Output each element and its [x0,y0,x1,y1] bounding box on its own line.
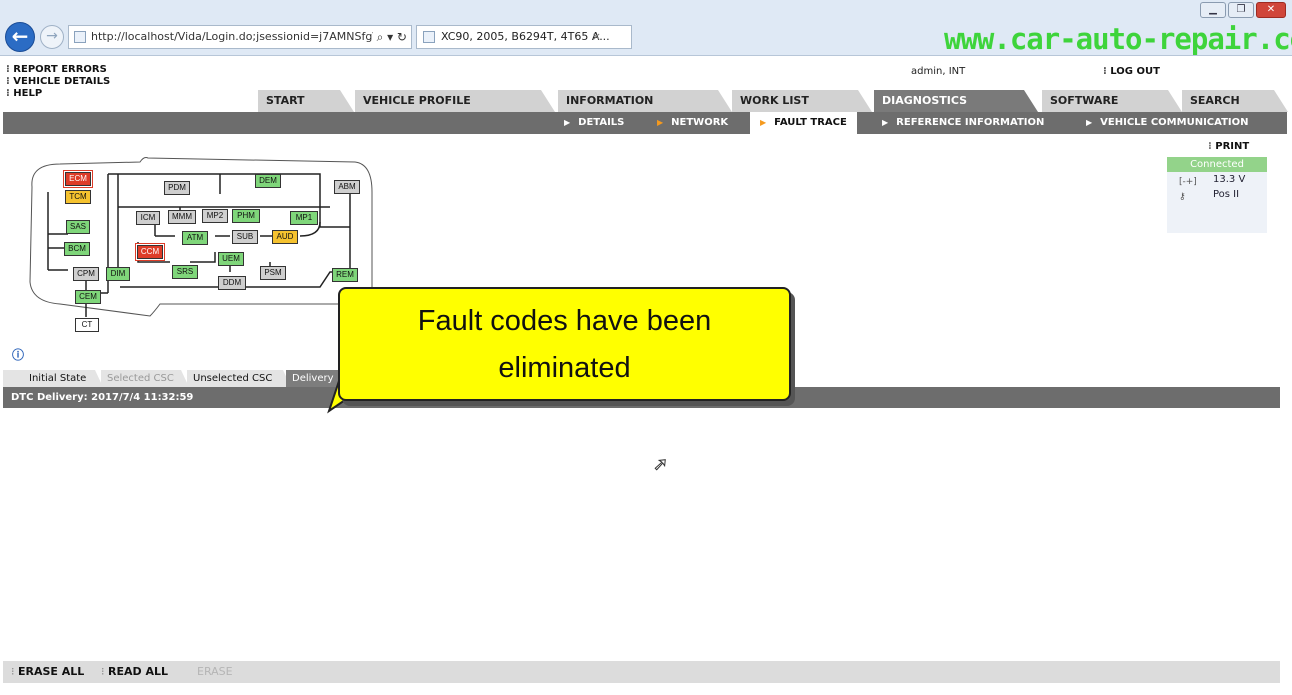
ignition-row: ⚷ Pos II [1167,187,1267,202]
page-icon [423,31,435,43]
browser-chrome: ← → http://localhost/Vida/Login.do;jsess… [0,0,1292,56]
user-info: admin, INT [911,66,966,77]
key-icon: ⚷ [1179,192,1186,202]
header-links: REPORT ERRORS VEHICLE DETAILS HELP [6,64,110,100]
node-rem[interactable]: REM [332,268,358,282]
tab-unselected-csc[interactable]: Unselected CSC [187,370,291,387]
tab-work-list[interactable]: WORK LIST [732,90,872,112]
tab-vehicle-profile[interactable]: VEHICLE PROFILE [355,90,555,112]
network-diagram: ECM TCM SAS BCM CPM DIM CEM CT PDM DEM A… [20,152,380,332]
node-mp2[interactable]: MP2 [202,209,228,223]
subnav-reference-information[interactable]: ▶ REFERENCE INFORMATION [882,112,1044,134]
arrow-right-icon: ▶ [1086,118,1093,127]
mouse-cursor-icon: ➚ [652,454,669,476]
browser-tab[interactable]: XC90, 2005, B6294T, 4T65 A... × [416,25,632,49]
arrow-right-icon: ▶ [657,118,664,127]
node-ecm[interactable]: ECM [64,171,92,187]
node-bcm[interactable]: BCM [64,242,90,256]
tab-information[interactable]: INFORMATION [558,90,732,112]
read-all-button[interactable]: READ ALL [101,661,168,683]
info-icon[interactable]: ⓘ [12,346,24,362]
help-link[interactable]: HELP [6,88,110,100]
node-psm[interactable]: PSM [260,266,286,280]
url-text: http://localhost/Vida/Login.do;jsessioni… [91,30,380,43]
browser-tab-title: XC90, 2005, B6294T, 4T65 A... [441,30,610,43]
subnav-details[interactable]: ▶ DETAILS [564,112,624,134]
tab-start[interactable]: START [258,90,354,112]
forward-arrow-icon[interactable]: → [40,25,64,49]
close-tab-icon[interactable]: × [592,26,601,48]
sub-navigation: ▶ DETAILS ▶ NETWORK ▶ FAULT TRACE ▶ REFERENC… [3,112,1287,134]
node-tcm[interactable]: TCM [65,190,91,204]
node-sas[interactable]: SAS [66,220,90,234]
node-dem[interactable]: DEM [255,174,281,188]
ignition-value: Pos II [1213,189,1240,200]
footer-toolbar: ERASE ALL READ ALL ERASE [3,661,1280,683]
tab-search[interactable]: SEARCH [1182,90,1288,112]
battery-row: [-+] 13.3 V [1167,172,1267,187]
node-cem[interactable]: CEM [75,290,101,304]
voltage-value: 13.3 V [1213,174,1246,185]
callout-bubble: Fault codes have been eliminated [338,287,791,401]
subnav-fault-trace[interactable]: ▶ FAULT TRACE [750,112,857,134]
subnav-label: NETWORK [671,117,729,128]
arrow-right-icon: ▶ [882,118,889,127]
subnav-label: REFERENCE INFORMATION [896,117,1045,128]
minimize-icon[interactable]: ▁ [1200,2,1226,18]
tab-selected-csc[interactable]: Selected CSC [101,370,189,387]
subnav-label: DETAILS [578,117,625,128]
search-refresh-icon[interactable]: ⌕ ▾ ↻ [372,26,407,48]
node-dim[interactable]: DIM [106,267,130,281]
tab-software[interactable]: SOFTWARE [1042,90,1182,112]
node-pdm[interactable]: PDM [164,181,190,195]
close-window-icon[interactable]: ✕ [1256,2,1286,18]
arrow-right-icon: ▶ [760,118,767,127]
subnav-label: VEHICLE COMMUNICATION [1100,117,1249,128]
report-errors-link[interactable]: REPORT ERRORS [6,64,110,76]
node-cpm[interactable]: CPM [73,267,99,281]
print-link[interactable]: PRINT [1208,141,1249,152]
window-controls: ▁ ❐ ✕ [1200,2,1286,18]
page-icon [74,31,86,43]
node-sub[interactable]: SUB [232,230,258,244]
subnav-vehicle-communication[interactable]: ▶ VEHICLE COMMUNICATION [1086,112,1249,134]
restore-icon[interactable]: ❐ [1228,2,1254,18]
node-srs[interactable]: SRS [172,265,198,279]
node-ddm[interactable]: DDM [218,276,246,290]
node-ccm[interactable]: CCM [136,244,164,260]
watermark: www.car-auto-repair.com [944,22,1292,56]
node-icm[interactable]: ICM [136,211,160,225]
node-aud[interactable]: AUD [272,230,298,244]
erase-all-button[interactable]: ERASE ALL [11,661,84,683]
subnav-network[interactable]: ▶ NETWORK [657,112,728,134]
node-uem[interactable]: UEM [218,252,244,266]
callout-line-1: Fault codes have been [417,305,712,337]
node-mmm[interactable]: MMM [168,210,196,224]
tab-diagnostics[interactable]: DIAGNOSTICS [874,90,1038,112]
node-ct[interactable]: CT [75,318,99,332]
connection-panel: Connected [-+] 13.3 V ⚷ Pos II [1167,157,1267,233]
node-atm[interactable]: ATM [182,231,208,245]
node-abm[interactable]: ABM [334,180,360,194]
logout-link[interactable]: LOG OUT [1103,66,1160,77]
main-tabbar: START VEHICLE PROFILE INFORMATION WORK L… [258,90,1288,112]
node-mp1[interactable]: MP1 [290,211,318,225]
address-bar[interactable]: http://localhost/Vida/Login.do;jsessioni… [68,25,412,49]
connection-status: Connected [1167,157,1267,172]
callout-line-2: eliminated [498,352,631,384]
node-phm[interactable]: PHM [232,209,260,223]
vehicle-details-link[interactable]: VEHICLE DETAILS [6,76,110,88]
tab-initial-state[interactable]: Initial State [3,370,103,387]
back-arrow-icon[interactable]: ← [5,22,35,52]
erase-button[interactable]: ERASE [197,661,233,683]
arrow-right-icon: ▶ [564,118,571,127]
subnav-label: FAULT TRACE [774,117,847,128]
